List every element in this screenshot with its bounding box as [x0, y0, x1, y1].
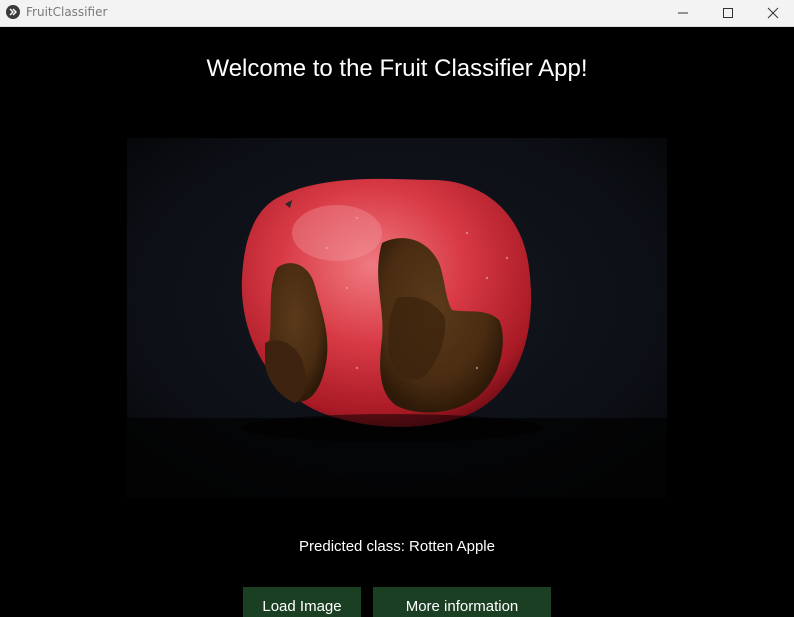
- maximize-icon: [722, 8, 733, 18]
- app-icon: [6, 5, 20, 19]
- more-information-button[interactable]: More information: [373, 587, 551, 617]
- load-image-button[interactable]: Load Image: [243, 587, 361, 617]
- window-title: FruitClassifier: [26, 5, 108, 19]
- app-window: FruitClassifier Welcome to the Fruit Cla…: [0, 0, 794, 617]
- prediction-label: Predicted class: Rotten Apple: [299, 538, 495, 555]
- welcome-heading: Welcome to the Fruit Classifier App!: [206, 55, 588, 82]
- close-icon: [767, 7, 778, 19]
- close-button[interactable]: [750, 0, 794, 26]
- fruit-image: [127, 138, 667, 498]
- title-bar[interactable]: FruitClassifier: [0, 0, 794, 27]
- maximize-button[interactable]: [705, 0, 750, 26]
- minimize-icon: [677, 12, 688, 14]
- minimize-button[interactable]: [660, 0, 705, 26]
